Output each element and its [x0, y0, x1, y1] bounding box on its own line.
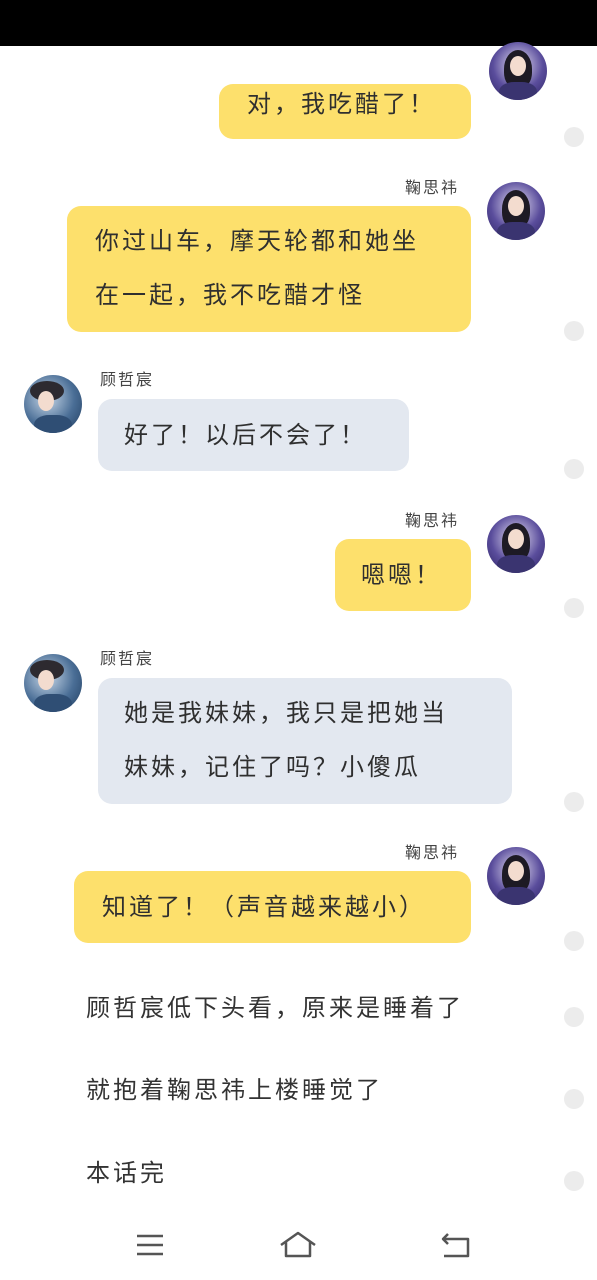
narration-line: 就抱着鞠思祎上楼睡觉了 — [86, 1076, 383, 1104]
scroll-dot — [564, 1089, 584, 1109]
avatar-jusiyi[interactable] — [487, 515, 545, 573]
message-bubble[interactable]: 知道了！（声音越来越小） — [74, 871, 471, 943]
menu-icon[interactable] — [130, 1228, 170, 1262]
message-text-line: 在一起，我不吃醋才怪 — [95, 281, 365, 309]
message-text-line: 她是我妹妹，我只是把她当 — [124, 699, 448, 727]
back-icon[interactable] — [436, 1228, 476, 1262]
scroll-dot — [564, 127, 584, 147]
scroll-dot — [564, 792, 584, 812]
message-bubble[interactable]: 她是我妹妹，我只是把她当 妹妹，记住了吗？小傻瓜 — [98, 678, 512, 804]
avatar-guzhechen[interactable] — [24, 375, 82, 433]
message-text-line: 妹妹，记住了吗？小傻瓜 — [124, 753, 421, 781]
sender-name: 鞠思祎 — [405, 178, 460, 197]
avatar-jusiyi[interactable] — [489, 42, 547, 100]
message-text: 知道了！（声音越来越小） — [102, 893, 426, 921]
scroll-dot — [564, 1007, 584, 1027]
avatar-jusiyi[interactable] — [487, 847, 545, 905]
sender-name: 鞠思祎 — [405, 843, 460, 862]
home-icon[interactable] — [278, 1228, 318, 1262]
message-bubble[interactable]: 你过山车，摩天轮都和她坐 在一起，我不吃醋才怪 — [67, 206, 471, 332]
scroll-dot — [564, 459, 584, 479]
navigation-bar — [0, 1210, 597, 1280]
message-bubble[interactable]: 嗯嗯！ — [335, 539, 471, 611]
scroll-dot — [564, 1171, 584, 1191]
narration-line: 本话完 — [86, 1159, 167, 1187]
message-bubble[interactable]: 对，我吃醋了！ — [219, 84, 471, 139]
message-text-line: 你过山车，摩天轮都和她坐 — [95, 227, 419, 255]
narration-line: 顾哲宸低下头看，原来是睡着了 — [86, 994, 464, 1022]
avatar-jusiyi[interactable] — [487, 182, 545, 240]
message-text: 对，我吃醋了！ — [247, 90, 436, 118]
status-bar — [0, 0, 597, 46]
scroll-dot — [564, 598, 584, 618]
sender-name: 顾哲宸 — [100, 649, 155, 668]
sender-name: 顾哲宸 — [100, 370, 155, 389]
sender-name: 鞠思祎 — [405, 511, 460, 530]
message-text: 嗯嗯！ — [361, 561, 442, 589]
scroll-dot — [564, 321, 584, 341]
message-text: 好了！以后不会了！ — [124, 421, 367, 449]
scroll-dot — [564, 931, 584, 951]
avatar-guzhechen[interactable] — [24, 654, 82, 712]
message-bubble[interactable]: 好了！以后不会了！ — [98, 399, 409, 471]
